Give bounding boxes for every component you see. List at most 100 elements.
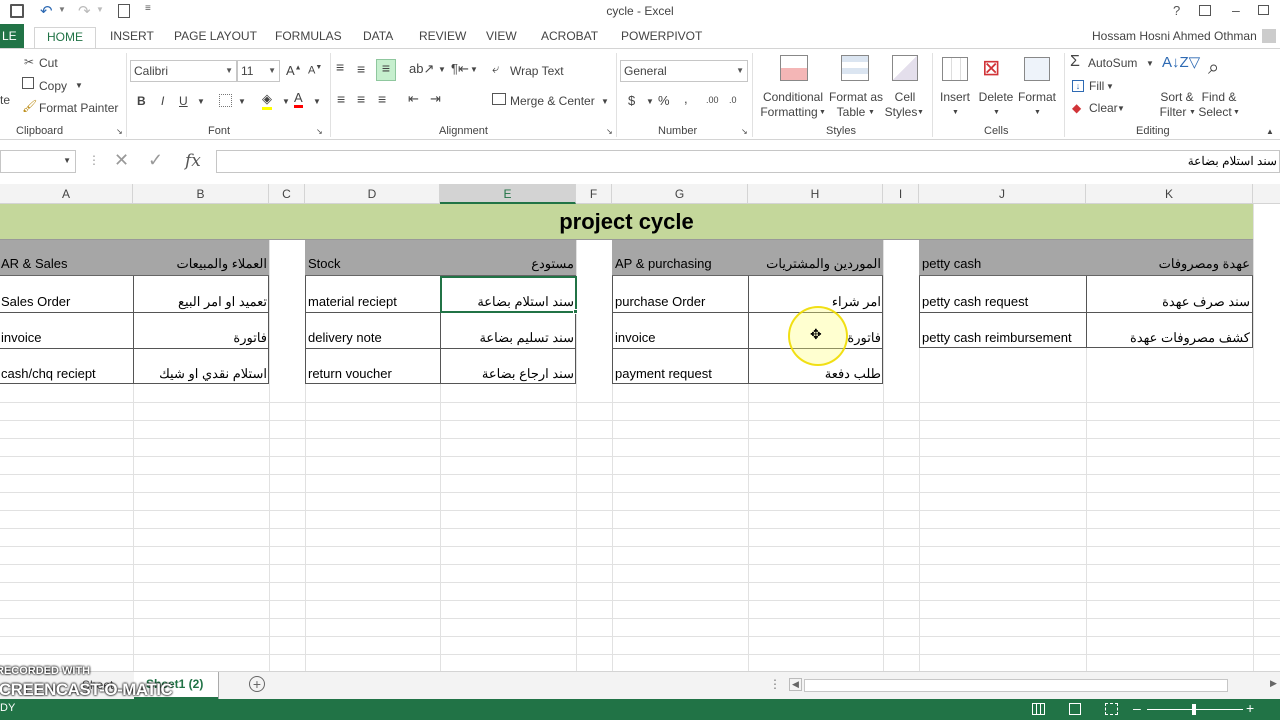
borders-icon[interactable] (219, 94, 232, 107)
cell-b-row1[interactable]: تعميد او امر البيع (135, 284, 267, 320)
cell-a-row3[interactable]: cash/chq reciept (1, 356, 131, 392)
find-select-label-2[interactable]: Select (1198, 105, 1232, 120)
align-left-icon[interactable]: ≡ (337, 91, 345, 107)
cell-g-row2[interactable]: invoice (615, 320, 747, 356)
increase-indent-icon[interactable]: ⇥ (430, 91, 441, 107)
tab-file[interactable]: LE (0, 24, 24, 48)
customize-qat-icon[interactable]: ≡ (145, 3, 151, 14)
fill-color-dropdown-icon[interactable]: ▼ (282, 97, 290, 106)
scroll-left-icon[interactable]: ◀ (789, 678, 802, 691)
number-format-combo[interactable]: General ▼ (620, 60, 748, 82)
fill-dropdown-icon[interactable]: ▼ (1106, 82, 1114, 91)
tab-insert[interactable]: INSERT (104, 27, 160, 48)
comma-button[interactable]: , (684, 91, 688, 106)
user-name[interactable]: Hossam Hosni Ahmed Othman (1092, 29, 1257, 43)
merge-center-button[interactable]: Merge & Center (510, 94, 595, 108)
column-header-f[interactable]: F (576, 184, 612, 204)
horizontal-scrollbar[interactable] (804, 679, 1228, 692)
find-select-dropdown-icon[interactable]: ▼ (1233, 109, 1240, 116)
tab-page-layout[interactable]: PAGE LAYOUT (168, 27, 263, 48)
merge-dropdown-icon[interactable]: ▼ (601, 97, 609, 106)
format-dropdown-icon[interactable]: ▼ (1034, 109, 1041, 116)
minimize-icon[interactable]: – (1232, 2, 1240, 18)
cell-d-row2[interactable]: delivery note (308, 320, 438, 356)
cell-styles-label-1[interactable]: Cell (886, 90, 924, 105)
align-center-icon[interactable]: ≡ (357, 91, 365, 107)
font-size-combo[interactable]: 11 ▼ (237, 60, 280, 82)
currency-button[interactable]: $ (628, 93, 635, 108)
clipboard-launcher-icon[interactable]: ↘ (116, 127, 123, 136)
font-color-dropdown-icon[interactable]: ▼ (313, 97, 321, 106)
cell-g-row3[interactable]: payment request (615, 356, 747, 392)
column-header-k[interactable]: K (1086, 184, 1253, 204)
cell-k-row2[interactable]: كشف مصروفات عهدة (1088, 320, 1250, 356)
user-avatar[interactable] (1262, 29, 1276, 43)
cell-j-row1[interactable]: petty cash request (922, 284, 1084, 320)
shrink-font-button[interactable]: A▼ (308, 64, 322, 77)
text-direction-dropdown-icon[interactable]: ▼ (470, 65, 478, 74)
font-color-icon[interactable]: A (294, 91, 303, 108)
tab-acrobat[interactable]: ACROBAT (535, 27, 604, 48)
tab-review[interactable]: REVIEW (413, 27, 472, 48)
tab-data[interactable]: DATA (357, 27, 399, 48)
cell-d-row1[interactable]: material reciept (308, 284, 438, 320)
clear-button[interactable]: Clear (1089, 101, 1118, 115)
worksheet-grid[interactable]: A B C D E F G H I J K project cycle AR &… (0, 184, 1280, 671)
align-top-icon[interactable]: ≡ (336, 59, 344, 75)
sort-filter-dropdown-icon[interactable]: ▼ (1189, 109, 1196, 116)
percent-button[interactable]: % (658, 93, 670, 108)
tab-split-icon[interactable]: ⋮ (769, 677, 781, 691)
cell-d-row3[interactable]: return voucher (308, 356, 438, 392)
conditional-formatting-dropdown-icon[interactable]: ▼ (819, 109, 826, 116)
decrease-decimal-icon[interactable]: .0 (729, 95, 737, 105)
confirm-entry-icon[interactable]: ✓ (148, 150, 163, 171)
cell-a-row2[interactable]: invoice (1, 320, 131, 356)
cell-g-row1[interactable]: purchase Order (615, 284, 747, 320)
undo-dropdown-icon[interactable]: ▼ (58, 5, 66, 14)
column-header-c[interactable]: C (269, 184, 305, 204)
delete-dropdown-icon[interactable]: ▼ (993, 109, 1000, 116)
insert-function-button[interactable]: fx (185, 151, 201, 171)
zoom-in-icon[interactable]: + (1246, 700, 1254, 716)
page-break-view-icon[interactable] (1105, 703, 1118, 715)
column-header-i[interactable]: I (883, 184, 919, 204)
format-cells-button[interactable]: Format (1016, 90, 1058, 105)
column-header-b[interactable]: B (133, 184, 269, 204)
zoom-out-icon[interactable]: – (1133, 700, 1141, 716)
cell-styles-label-2[interactable]: Styles (884, 105, 918, 120)
cell-b-row3[interactable]: استلام نقدي او شيك (135, 356, 267, 392)
cell-e-row2[interactable]: سند تسليم بضاعة (442, 320, 574, 356)
conditional-formatting-label-1[interactable]: Conditional (762, 90, 824, 105)
new-sheet-icon[interactable]: + (249, 676, 265, 692)
redo-dropdown-icon[interactable]: ▼ (96, 5, 104, 14)
restore-icon[interactable] (1258, 5, 1269, 15)
name-box[interactable]: ▼ (0, 150, 76, 173)
normal-view-icon[interactable] (1032, 703, 1045, 715)
format-painter-button[interactable]: Format Painter (39, 101, 118, 115)
save-icon[interactable] (10, 4, 24, 18)
cancel-entry-icon[interactable]: ✕ (114, 150, 129, 171)
ribbon-display-icon[interactable] (1199, 5, 1211, 16)
alignment-launcher-icon[interactable]: ↘ (606, 127, 613, 136)
tab-powerpivot[interactable]: POWERPIVOT (615, 27, 708, 48)
font-launcher-icon[interactable]: ↘ (316, 127, 323, 136)
align-bottom-icon[interactable]: ≡ (376, 59, 396, 81)
find-select-label-1[interactable]: Find & (1198, 90, 1240, 105)
align-middle-icon[interactable]: ≡ (357, 61, 365, 77)
font-name-combo[interactable]: Calibri ▼ (130, 60, 237, 82)
autosum-dropdown-icon[interactable]: ▼ (1146, 59, 1154, 68)
column-header-a[interactable]: A (0, 184, 133, 204)
column-header-d[interactable]: D (305, 184, 440, 204)
number-launcher-icon[interactable]: ↘ (741, 127, 748, 136)
cell-k-row1[interactable]: سند صرف عهدة (1088, 284, 1250, 320)
orientation-dropdown-icon[interactable]: ▼ (438, 65, 446, 74)
column-header-g[interactable]: G (612, 184, 748, 204)
undo-icon[interactable]: ↶ (40, 2, 53, 20)
italic-button[interactable]: I (161, 94, 164, 108)
underline-button[interactable]: U (179, 94, 188, 108)
format-as-table-label-1[interactable]: Format as (826, 90, 886, 105)
text-direction-icon[interactable]: ¶⇤ (451, 61, 469, 77)
cell-a-row1[interactable]: Sales Order (1, 284, 131, 320)
new-document-icon[interactable] (118, 4, 130, 18)
align-right-icon[interactable]: ≡ (378, 91, 386, 107)
